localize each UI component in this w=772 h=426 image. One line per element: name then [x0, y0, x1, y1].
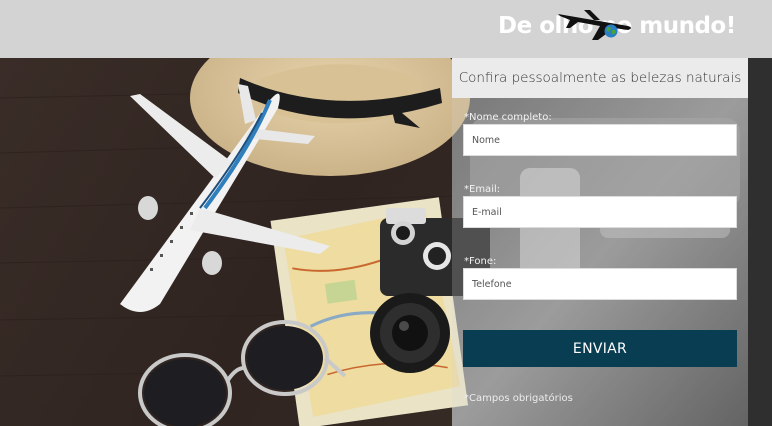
- email-field-label: *Email:: [464, 184, 501, 195]
- submit-button[interactable]: ENVIAR: [463, 330, 737, 367]
- form-title: Confira pessoalmente as belezas naturais: [458, 70, 742, 86]
- phone-input[interactable]: [463, 268, 737, 300]
- site-header: De olho no mundo!: [0, 0, 772, 58]
- contact-form-panel: Confira pessoalmente as belezas naturais…: [452, 58, 748, 426]
- globe-icon: [604, 24, 618, 38]
- airplane-icon: [558, 10, 631, 40]
- required-fields-note: *Campos obrigatórios: [464, 393, 573, 404]
- name-field-label: *Nome completo:: [464, 112, 552, 123]
- name-input[interactable]: [463, 124, 737, 156]
- form-title-bar: Confira pessoalmente as belezas naturais: [452, 58, 748, 98]
- email-input[interactable]: [463, 196, 737, 228]
- phone-field-label: *Fone:: [464, 256, 497, 267]
- site-logo[interactable]: De olho no mundo!: [498, 6, 736, 46]
